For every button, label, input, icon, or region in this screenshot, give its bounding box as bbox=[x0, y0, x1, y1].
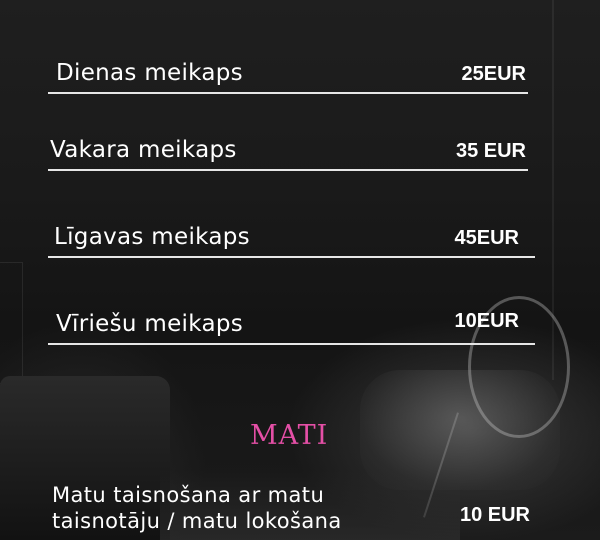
door-frame bbox=[0, 262, 23, 384]
service-price: 10EUR bbox=[454, 310, 519, 332]
divider bbox=[48, 169, 528, 171]
price-row-vakara: Vakara meikaps 35 EUR bbox=[48, 127, 528, 171]
service-name: Vakara meikaps bbox=[50, 137, 237, 163]
service-name: Dienas meikaps bbox=[56, 60, 243, 86]
price-row-matu-taisnosana: Matu taisnošana ar matu taisnotāju / mat… bbox=[52, 482, 532, 534]
divider bbox=[48, 92, 528, 94]
service-name: Līgavas meikaps bbox=[54, 224, 250, 250]
service-price: 10 EUR bbox=[459, 504, 530, 526]
price-row-dienas: Dienas meikaps 25EUR bbox=[48, 50, 528, 94]
price-row-ligavas: Līgavas meikaps 45EUR bbox=[48, 214, 535, 258]
divider bbox=[48, 256, 535, 258]
service-price: 25EUR bbox=[461, 63, 526, 85]
service-name: Matu taisnošana ar matu taisnotāju / mat… bbox=[52, 483, 342, 533]
section-title-mati: MATI bbox=[250, 420, 329, 451]
service-price: 45EUR bbox=[454, 227, 519, 249]
service-name: Vīriešu meikaps bbox=[56, 311, 244, 337]
price-row-viriesu: Vīriešu meikaps 10EUR bbox=[48, 301, 535, 345]
divider bbox=[48, 343, 535, 345]
service-price: 35 EUR bbox=[455, 140, 526, 162]
